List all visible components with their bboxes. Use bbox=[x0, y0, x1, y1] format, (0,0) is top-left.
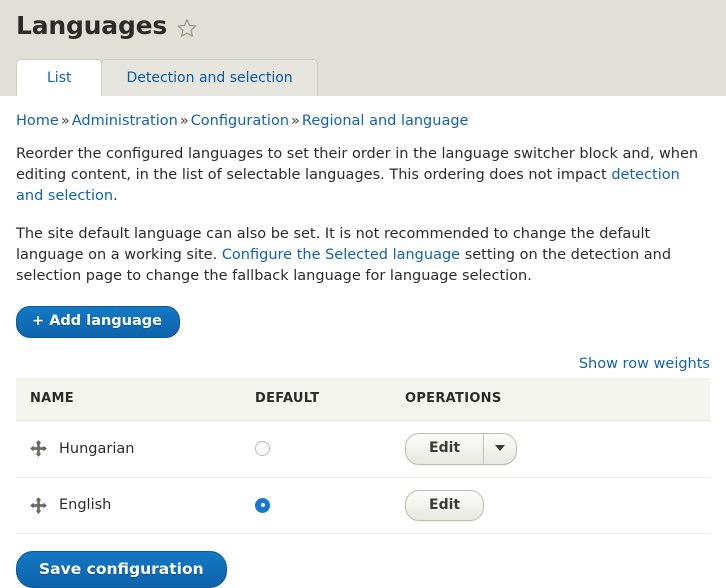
cell-operations: Edit bbox=[405, 420, 710, 478]
languages-table-head: NAME DEFAULT OPERATIONS bbox=[16, 378, 710, 422]
cell-name: Hungarian bbox=[16, 420, 255, 478]
show-row-weights-link[interactable]: Show row weights bbox=[579, 356, 710, 372]
breadcrumb-separator: » bbox=[60, 113, 70, 129]
drag-move-icon[interactable] bbox=[30, 496, 47, 514]
page-title: Languages bbox=[16, 11, 168, 40]
column-header-operations: OPERATIONS bbox=[405, 378, 710, 422]
language-name: Hungarian bbox=[59, 440, 135, 457]
drag-move-icon[interactable] bbox=[30, 440, 47, 458]
page-header: Languages List Detection and selection bbox=[0, 0, 726, 96]
add-language-button[interactable]: + Add language bbox=[16, 305, 181, 339]
column-header-default: DEFAULT bbox=[255, 378, 405, 422]
primary-tabs: List Detection and selection bbox=[16, 58, 318, 96]
table-row: Hungarian Edit bbox=[16, 420, 710, 478]
table-row: English Edit bbox=[16, 477, 710, 534]
cell-operations: Edit bbox=[405, 477, 710, 534]
breadcrumb: Home» Administration» Configuration» Region… bbox=[16, 96, 710, 131]
configure-selected-language-link[interactable]: Configure the Selected language bbox=[222, 247, 460, 263]
breadcrumb-item-regional-and-language[interactable]: Regional and language bbox=[302, 113, 469, 129]
star-outline-icon[interactable] bbox=[176, 17, 198, 39]
edit-button[interactable]: Edit bbox=[406, 434, 483, 463]
tab-list[interactable]: List bbox=[16, 58, 103, 96]
languages-admin-page: Languages List Detection and selection H… bbox=[0, 0, 726, 588]
save-configuration-button[interactable]: Save configuration bbox=[16, 550, 227, 588]
intro-paragraph-1-text-before: Reorder the configured languages to set … bbox=[16, 145, 699, 183]
breadcrumb-item-administration[interactable]: Administration bbox=[72, 113, 178, 129]
cell-default bbox=[255, 420, 405, 478]
intro-paragraph-1: Reorder the configured languages to set … bbox=[16, 144, 710, 207]
chevron-down-icon bbox=[495, 445, 506, 452]
operations-dropdown-toggle[interactable] bbox=[483, 434, 516, 464]
cell-default bbox=[255, 477, 405, 534]
page-title-row: Languages bbox=[0, 0, 726, 40]
add-language-row: + Add language bbox=[16, 305, 710, 339]
intro-paragraph-1-text-after: . bbox=[113, 187, 118, 204]
edit-button[interactable]: Edit bbox=[406, 491, 483, 520]
intro-paragraph-2: The site default language can also be se… bbox=[16, 224, 710, 287]
language-name: English bbox=[59, 497, 112, 514]
languages-table-body: Hungarian Edit English Edit bbox=[16, 420, 710, 534]
operations-button: Edit bbox=[405, 489, 485, 521]
breadcrumb-separator: » bbox=[179, 113, 189, 129]
cell-name: English bbox=[16, 477, 255, 534]
languages-table: NAME DEFAULT OPERATIONS Hungarian Edit E… bbox=[16, 378, 710, 534]
table-header-row: NAME DEFAULT OPERATIONS bbox=[16, 378, 710, 422]
column-header-name: NAME bbox=[16, 378, 255, 422]
name-cell: Hungarian bbox=[30, 440, 255, 458]
breadcrumb-item-home[interactable]: Home bbox=[16, 113, 59, 129]
save-row: Save configuration bbox=[16, 550, 710, 588]
row-weights-row: Show row weights bbox=[16, 356, 710, 372]
breadcrumb-item-configuration[interactable]: Configuration bbox=[191, 113, 289, 129]
tab-detection-and-selection[interactable]: Detection and selection bbox=[101, 58, 318, 96]
default-language-radio[interactable] bbox=[255, 441, 270, 457]
name-cell: English bbox=[30, 496, 255, 514]
main-content: Home» Administration» Configuration» Region… bbox=[0, 96, 726, 588]
operations-split-button: Edit bbox=[405, 433, 518, 465]
breadcrumb-separator: » bbox=[291, 113, 300, 129]
default-language-radio[interactable] bbox=[255, 497, 270, 513]
